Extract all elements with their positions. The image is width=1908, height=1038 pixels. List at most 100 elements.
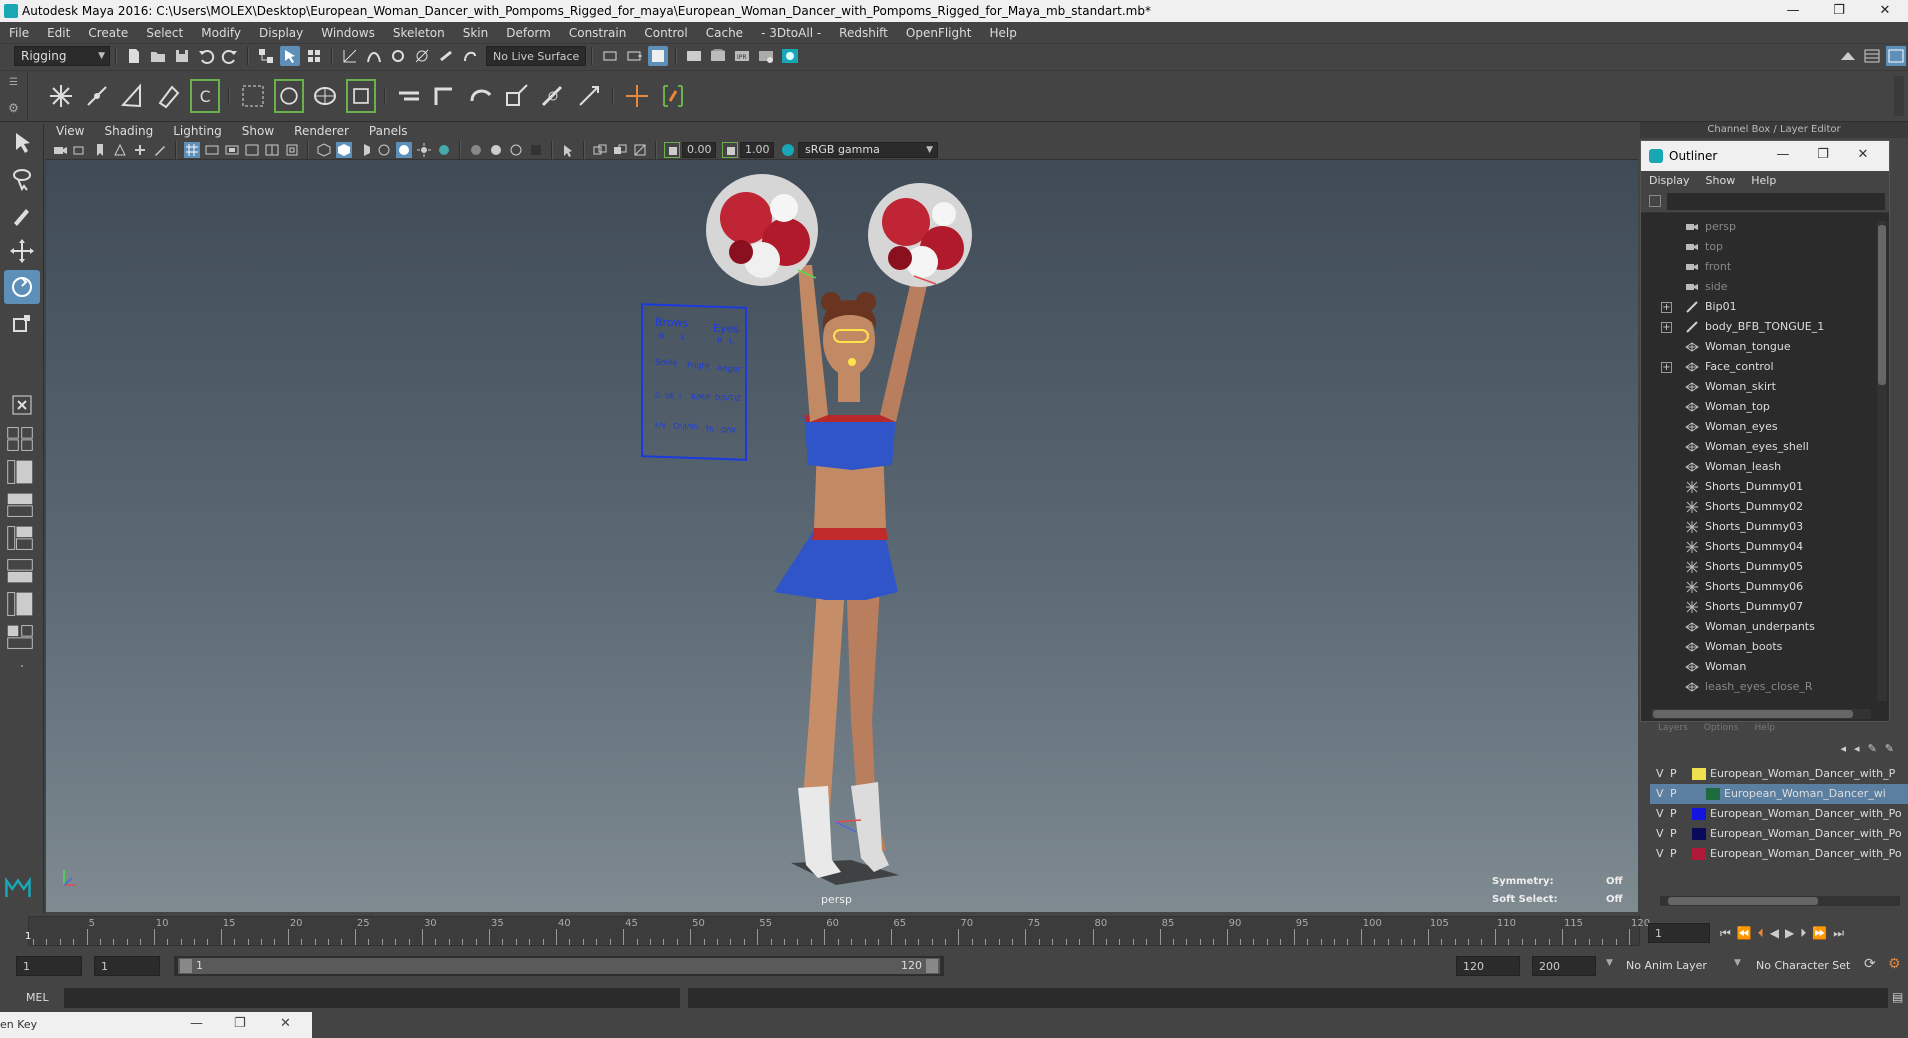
layout-persp-graph-icon[interactable] xyxy=(6,491,38,521)
outliner-item[interactable]: Woman_tongue xyxy=(1641,337,1875,357)
outliner-vscroll[interactable] xyxy=(1877,221,1887,701)
outliner-item[interactable]: Woman_top xyxy=(1641,397,1875,417)
snap-grid-icon[interactable] xyxy=(340,46,360,66)
use-all-lights-icon[interactable] xyxy=(416,142,432,158)
scale-tool-button[interactable] xyxy=(4,306,40,340)
outliner-vscroll-thumb[interactable] xyxy=(1878,225,1886,385)
chevron-down-icon[interactable]: ▼ xyxy=(1606,958,1613,968)
default-material-icon[interactable] xyxy=(356,142,372,158)
menu-display[interactable]: Display xyxy=(250,22,312,44)
character-set-dropdown[interactable]: No Character Set xyxy=(1756,959,1850,972)
vp-menu-show[interactable]: Show xyxy=(232,122,284,140)
new-scene-icon[interactable] xyxy=(124,46,144,66)
outliner-item[interactable]: Shorts_Dummy06 xyxy=(1641,577,1875,597)
xray-joints-icon[interactable] xyxy=(612,142,628,158)
outliner-item[interactable]: Woman_skirt xyxy=(1641,377,1875,397)
outliner-item[interactable]: Shorts_Dummy02 xyxy=(1641,497,1875,517)
bookmark-icon[interactable] xyxy=(92,142,108,158)
layer-visibility-toggle[interactable]: V xyxy=(1656,824,1664,844)
outliner-item[interactable]: top xyxy=(1641,237,1875,257)
custom-tool-icon[interactable] xyxy=(658,79,688,113)
layer-visibility-toggle[interactable]: V xyxy=(1656,764,1664,784)
outliner-minimize-button[interactable]: — xyxy=(1763,147,1803,162)
range-bar-fill[interactable]: 1 120 xyxy=(178,958,940,974)
textured-icon[interactable] xyxy=(376,142,392,158)
select-tool-button[interactable] xyxy=(4,126,40,160)
shelf-scrollbar[interactable] xyxy=(1894,76,1904,116)
lasso-tool-button[interactable] xyxy=(4,162,40,196)
shadows-icon[interactable] xyxy=(436,142,452,158)
layout-uv-editor-icon[interactable] xyxy=(6,623,38,653)
layer-row[interactable]: V P European_Woman_Dancer_with_P xyxy=(1650,764,1908,784)
ik-spline-icon[interactable] xyxy=(118,79,148,113)
close-button[interactable]: ✕ xyxy=(1862,0,1908,22)
expand-icon[interactable]: + xyxy=(1661,362,1672,373)
range-end-handle[interactable] xyxy=(926,959,938,973)
exposure-icon[interactable] xyxy=(664,141,680,158)
color-management-icon[interactable] xyxy=(780,142,796,158)
snap-live-icon[interactable] xyxy=(436,46,456,66)
gate-mask-icon[interactable] xyxy=(244,142,260,158)
blend-shape-icon[interactable] xyxy=(310,79,340,113)
outliner-item[interactable]: + body_BFB_TONGUE_1 xyxy=(1641,317,1875,337)
menu-select[interactable]: Select xyxy=(137,22,192,44)
layout-persp-outliner-icon[interactable] xyxy=(6,458,38,488)
smooth-shade-icon[interactable] xyxy=(336,141,352,158)
snap-point-icon[interactable] xyxy=(388,46,408,66)
filter-icon[interactable] xyxy=(1649,195,1661,207)
grease-pencil-icon[interactable] xyxy=(152,142,168,158)
layout-persp-top-icon[interactable] xyxy=(6,557,38,587)
workspace-icon[interactable] xyxy=(1838,46,1858,66)
script-editor-icon[interactable]: ▤ xyxy=(1892,990,1903,1004)
playback-end-field[interactable]: 120 xyxy=(1456,956,1520,976)
outliner-menu-show[interactable]: Show xyxy=(1698,171,1744,191)
menu-windows[interactable]: Windows xyxy=(312,22,384,44)
range-start-handle[interactable] xyxy=(180,959,192,973)
parent-constraint-icon[interactable] xyxy=(538,79,568,113)
cluster-icon[interactable]: C xyxy=(190,79,220,113)
play-backward-icon[interactable]: ◀ xyxy=(1770,926,1779,940)
xray-icon[interactable] xyxy=(592,142,608,158)
help-minimize-button[interactable]: — xyxy=(190,1016,203,1031)
outliner-item[interactable]: Woman xyxy=(1641,657,1875,677)
nonlinear-icon[interactable] xyxy=(346,79,376,113)
menu-set-dropdown[interactable]: Rigging ▼ xyxy=(14,46,110,66)
outliner-search-input[interactable] xyxy=(1667,193,1885,210)
menu-redshift[interactable]: Redshift xyxy=(830,22,897,44)
ambient-occlusion-icon[interactable] xyxy=(468,142,484,158)
select-component-icon[interactable] xyxy=(304,46,324,66)
2d-pan-zoom-icon[interactable] xyxy=(132,142,148,158)
face-control-board[interactable]: Brows Eyes R L R L Smile Fright Anger O … xyxy=(641,303,747,461)
layer-row[interactable]: V P European_Woman_Dancer_with_Po xyxy=(1650,804,1908,824)
menu-create[interactable]: Create xyxy=(79,22,137,44)
lattice-icon[interactable] xyxy=(238,79,268,113)
play-forward-icon[interactable]: ▶ xyxy=(1785,926,1794,940)
current-frame-field[interactable]: 1 xyxy=(1648,923,1710,943)
field-chart-icon[interactable] xyxy=(264,142,280,158)
menu-help[interactable]: Help xyxy=(980,22,1025,44)
paint-select-tool-button[interactable] xyxy=(4,198,40,232)
menu-skin[interactable]: Skin xyxy=(454,22,498,44)
shelf-settings-icon[interactable]: ⚙ xyxy=(8,101,19,115)
auto-key-icon[interactable]: ⟳ xyxy=(1864,956,1876,972)
outliner-item[interactable]: Woman_eyes_shell xyxy=(1641,437,1875,457)
attribute-editor-toggle-icon[interactable] xyxy=(1886,46,1906,66)
safe-action-icon[interactable] xyxy=(284,142,300,158)
menu-skeleton[interactable]: Skeleton xyxy=(384,22,454,44)
motion-blur-icon[interactable] xyxy=(488,142,504,158)
layer-visibility-toggle[interactable]: V xyxy=(1656,844,1664,864)
pole-vector-icon[interactable] xyxy=(574,79,604,113)
layer-playback-toggle[interactable]: P xyxy=(1670,764,1677,784)
outliner-item[interactable]: Shorts_Dummy07 xyxy=(1641,597,1875,617)
menu-file[interactable]: File xyxy=(0,22,38,44)
outliner-item[interactable]: Woman_leash xyxy=(1641,457,1875,477)
outliner-item[interactable]: side xyxy=(1641,277,1875,297)
layer-row[interactable]: V P European_Woman_Dancer_with_Po xyxy=(1650,844,1908,864)
layer-menu-layers[interactable]: Layers xyxy=(1658,723,1688,733)
layout-hypershade-icon[interactable] xyxy=(6,524,38,554)
outliner-item[interactable]: Woman_boots xyxy=(1641,637,1875,657)
outliner-item[interactable]: Shorts_Dummy03 xyxy=(1641,517,1875,537)
maya-home-icon[interactable] xyxy=(4,874,38,904)
gamma-icon[interactable] xyxy=(722,141,738,158)
outliner-hscroll-thumb[interactable] xyxy=(1653,710,1853,718)
